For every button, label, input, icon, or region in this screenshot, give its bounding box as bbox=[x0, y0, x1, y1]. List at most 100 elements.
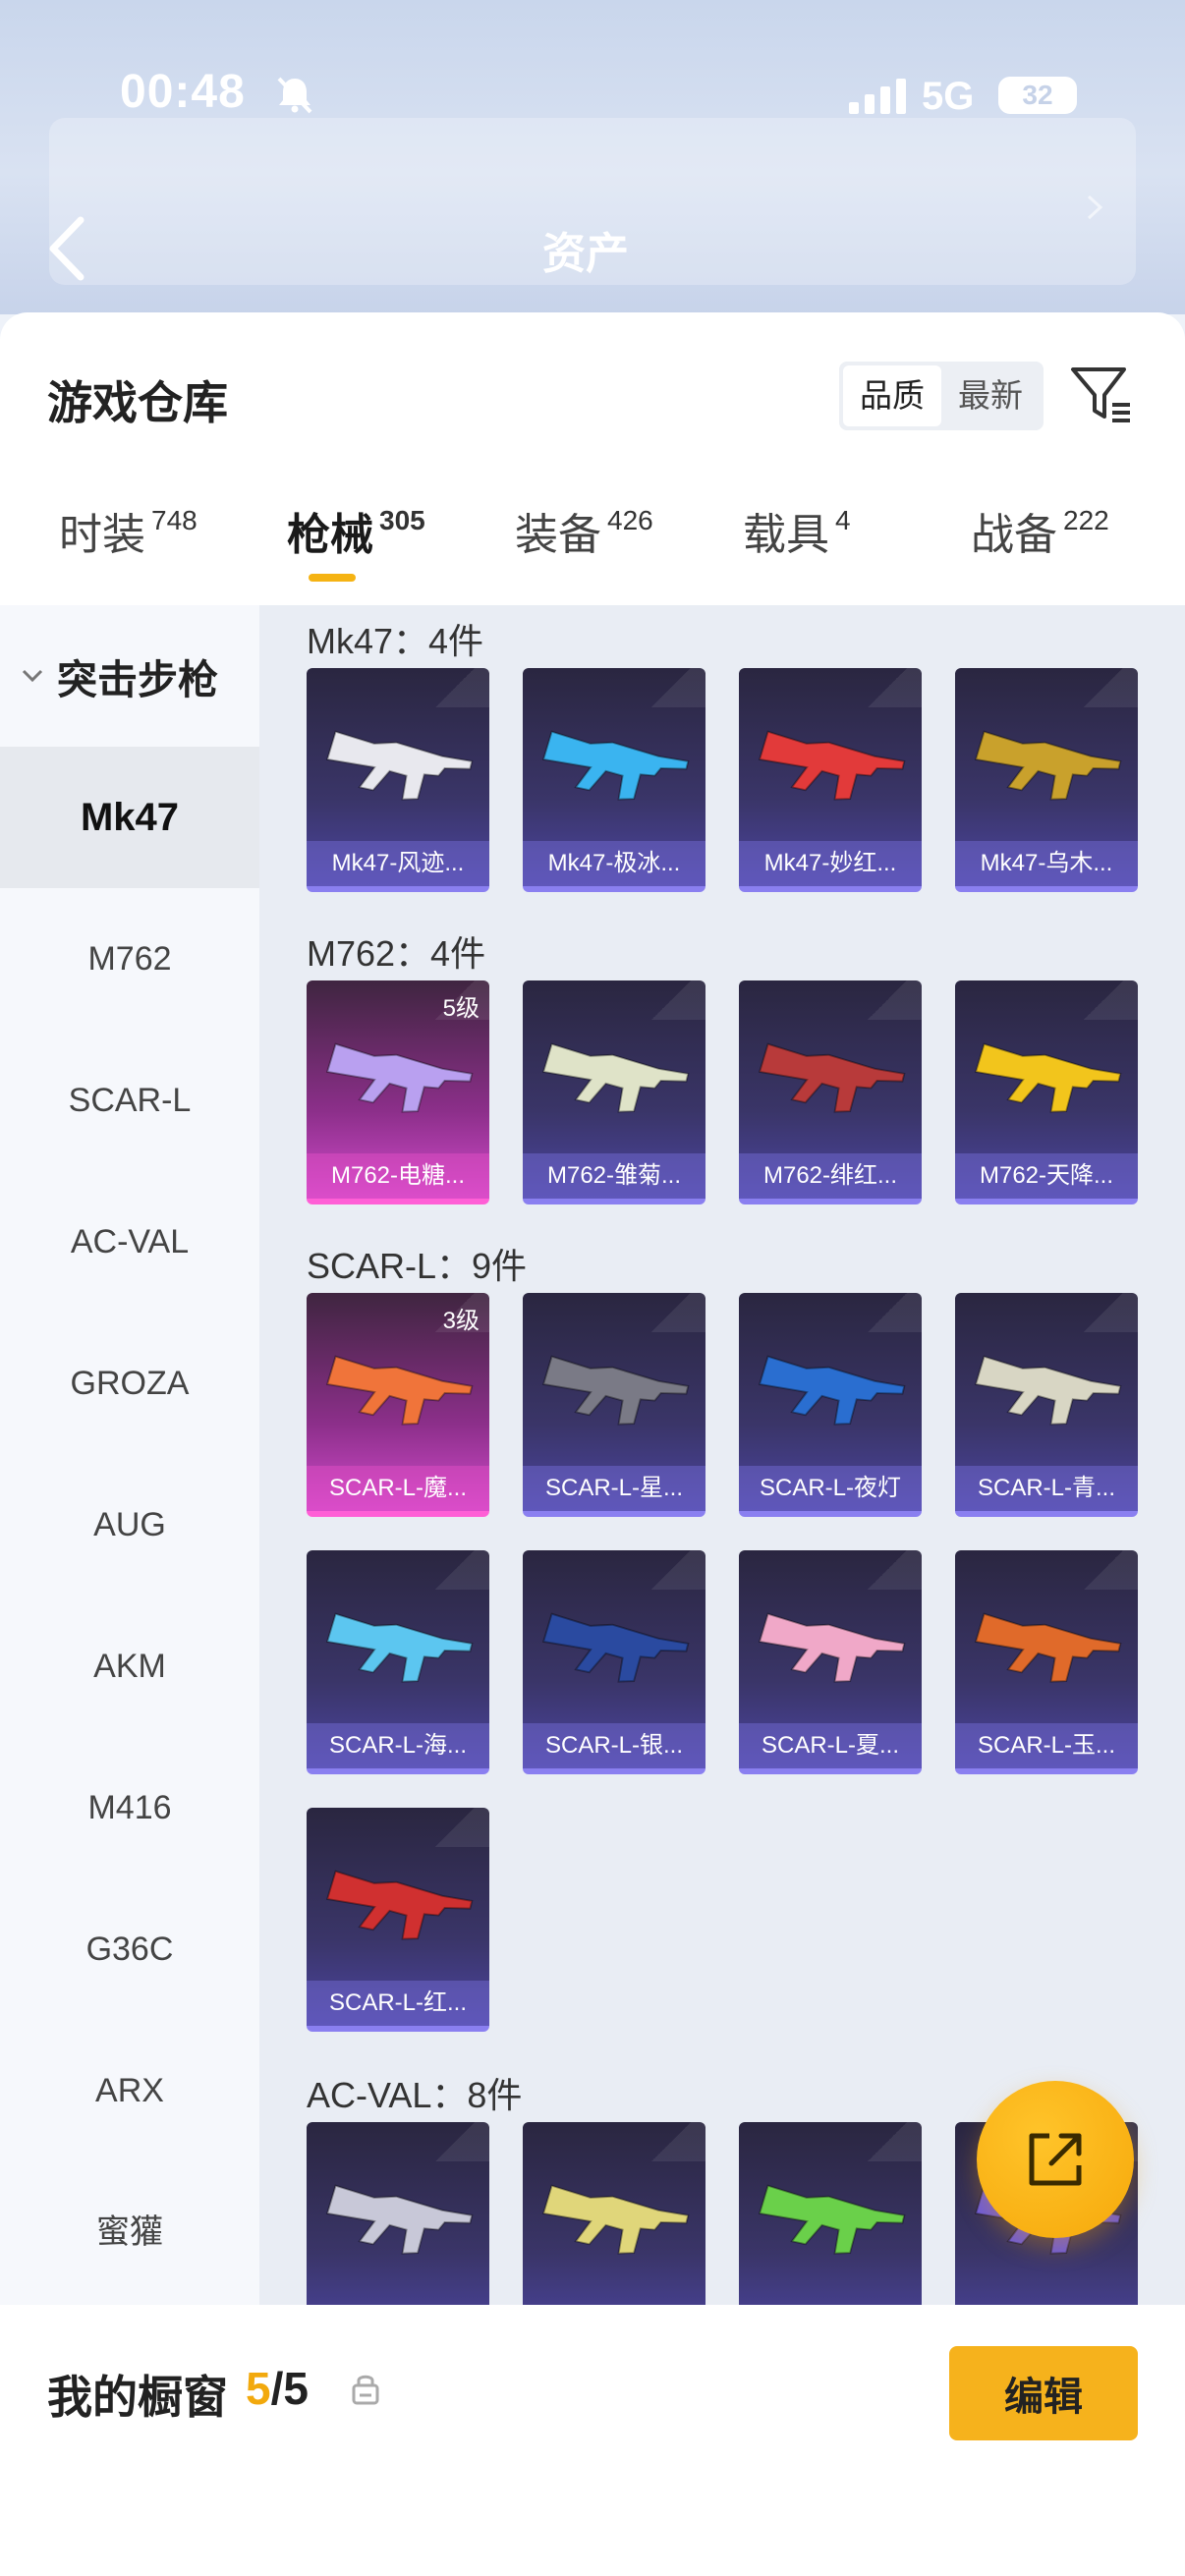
rifle-icon bbox=[325, 2184, 474, 2255]
rifle-icon bbox=[541, 1042, 690, 1113]
weapon-card[interactable]: 5级 M762-电糖... bbox=[307, 980, 489, 1204]
weapon-card[interactable]: SCAR-L-红... bbox=[307, 1808, 489, 2032]
share-button[interactable] bbox=[977, 2081, 1134, 2238]
weapon-card[interactable]: M762-绯红... bbox=[739, 980, 922, 1204]
tab-vehicles[interactable]: 载具 4 bbox=[743, 499, 851, 562]
weapon-name: SCAR-L-玉... bbox=[955, 1723, 1138, 1768]
weapon-name: M762-绯红... bbox=[739, 1153, 922, 1199]
section-title-mk47: Mk47：4件 bbox=[307, 621, 484, 661]
rifle-icon bbox=[541, 1355, 690, 1426]
weapon-card[interactable]: Mk47-乌木... bbox=[955, 668, 1138, 892]
weapon-grid: Mk47：4件 M762：4件 SCAR-L：9件 AC-VAL：8件 Mk47… bbox=[259, 605, 1185, 2305]
status-time: 00:48 bbox=[120, 66, 246, 118]
weapon-card[interactable]: M762-雏菊... bbox=[523, 980, 705, 1204]
battery-indicator: 32 bbox=[998, 77, 1077, 114]
sidebar-item-aug[interactable]: AUG bbox=[0, 1454, 259, 1596]
weapon-card[interactable]: Mk47-妙红... bbox=[739, 668, 922, 892]
weapon-card[interactable]: SCAR-L-海... bbox=[307, 1550, 489, 1774]
weapon-name: SCAR-L-红... bbox=[307, 1981, 489, 2026]
warehouse-sheet: 游戏仓库 品质 最新 时装 748 枪械 305 装备 426 载具 4 战备 222 bbox=[0, 312, 1185, 2576]
sidebar-item-akm[interactable]: AKM bbox=[0, 1596, 259, 1737]
sort-newest[interactable]: 最新 bbox=[941, 365, 1040, 426]
weapon-card[interactable]: SCAR-L-星... bbox=[523, 1293, 705, 1517]
sidebar-item-m762[interactable]: M762 bbox=[0, 888, 259, 1030]
rifle-icon bbox=[541, 2184, 690, 2255]
chevron-right-icon bbox=[1087, 195, 1103, 220]
sidebar-item-mk47[interactable]: Mk47 bbox=[0, 747, 259, 888]
bell-muted-icon bbox=[277, 77, 312, 114]
rifle-icon bbox=[541, 1612, 690, 1683]
sidebar-item-scar-l[interactable]: SCAR-L bbox=[0, 1030, 259, 1171]
warehouse-title: 游戏仓库 bbox=[47, 377, 228, 428]
showcase-label: 我的橱窗 bbox=[47, 2372, 228, 2423]
weapon-card[interactable] bbox=[307, 2122, 489, 2305]
weapon-name: SCAR-L-星... bbox=[523, 1466, 705, 1511]
tab-vehicles-label: 载具 bbox=[743, 511, 829, 559]
weapon-card[interactable]: SCAR-L-夜灯 bbox=[739, 1293, 922, 1517]
tab-fashion-count: 748 bbox=[151, 505, 198, 535]
weapon-card[interactable]: M762-天降... bbox=[955, 980, 1138, 1204]
weapon-card[interactable] bbox=[523, 2122, 705, 2305]
weapon-name: SCAR-L-银... bbox=[523, 1723, 705, 1768]
weapon-name: Mk47-风迹... bbox=[307, 841, 489, 886]
tab-vehicles-count: 4 bbox=[835, 505, 851, 535]
rifle-icon bbox=[974, 1042, 1122, 1113]
tab-supplies-count: 222 bbox=[1063, 505, 1109, 535]
tab-equipment-label: 装备 bbox=[515, 511, 601, 559]
showcase-count: 5/5 bbox=[246, 2362, 309, 2415]
rifle-icon bbox=[974, 1355, 1122, 1426]
page-title: 资产 bbox=[542, 230, 629, 278]
rifle-icon bbox=[758, 1355, 906, 1426]
weapon-name: M762-雏菊... bbox=[523, 1153, 705, 1199]
rifle-icon bbox=[325, 1612, 474, 1683]
tab-equipment[interactable]: 装备 426 bbox=[515, 499, 653, 562]
weapon-type-sidebar: 突击步枪 Mk47 M762 SCAR-L AC-VAL GROZA AUG A… bbox=[0, 605, 259, 2305]
weapon-card[interactable] bbox=[739, 2122, 922, 2305]
tab-fashion[interactable]: 时装 748 bbox=[59, 499, 198, 562]
back-arrow-icon[interactable] bbox=[45, 214, 88, 283]
weapon-card[interactable]: SCAR-L-夏... bbox=[739, 1550, 922, 1774]
filter-icon[interactable] bbox=[1069, 362, 1134, 426]
rifle-icon bbox=[325, 1355, 474, 1426]
rifle-icon bbox=[974, 730, 1122, 801]
chevron-down-icon bbox=[22, 669, 43, 683]
sidebar-group-assault-rifle[interactable]: 突击步枪 bbox=[0, 625, 259, 727]
weapon-card[interactable]: Mk47-极冰... bbox=[523, 668, 705, 892]
sort-segmented-control: 品质 最新 bbox=[839, 362, 1044, 430]
weapon-card[interactable]: 3级 SCAR-L-魔... bbox=[307, 1293, 489, 1517]
weapon-card[interactable]: SCAR-L-青... bbox=[955, 1293, 1138, 1517]
tab-supplies[interactable]: 战备 222 bbox=[971, 499, 1109, 562]
rifle-icon bbox=[541, 730, 690, 801]
sidebar-item-honey-badger[interactable]: 蜜獾 bbox=[0, 2161, 259, 2303]
weapon-name: Mk47-极冰... bbox=[523, 841, 705, 886]
sidebar-item-groza[interactable]: GROZA bbox=[0, 1313, 259, 1454]
rifle-icon bbox=[758, 730, 906, 801]
sidebar-item-ac-val[interactable]: AC-VAL bbox=[0, 1171, 259, 1313]
section-title-scar-l: SCAR-L：9件 bbox=[307, 1246, 528, 1286]
weapon-card[interactable]: Mk47-风迹... bbox=[307, 668, 489, 892]
tab-fashion-label: 时装 bbox=[59, 511, 145, 559]
weapon-name: SCAR-L-海... bbox=[307, 1723, 489, 1768]
weapon-card[interactable]: SCAR-L-玉... bbox=[955, 1550, 1138, 1774]
tab-firearms-label: 枪械 bbox=[287, 511, 373, 559]
sort-quality[interactable]: 品质 bbox=[843, 365, 941, 426]
weapon-card[interactable]: SCAR-L-银... bbox=[523, 1550, 705, 1774]
sidebar-item-m416[interactable]: M416 bbox=[0, 1737, 259, 1878]
weapon-name: SCAR-L-夜灯 bbox=[739, 1466, 922, 1511]
weapon-name: Mk47-乌木... bbox=[955, 841, 1138, 886]
sidebar-item-arx[interactable]: ARX bbox=[0, 2020, 259, 2161]
rifle-icon bbox=[758, 1612, 906, 1683]
weapon-name: Mk47-妙红... bbox=[739, 841, 922, 886]
category-tabs: 时装 748 枪械 305 装备 426 载具 4 战备 222 bbox=[0, 499, 1185, 607]
active-tab-indicator bbox=[309, 574, 356, 582]
sidebar-item-g36c[interactable]: G36C bbox=[0, 1878, 259, 2020]
showcase-total: /5 bbox=[270, 2363, 309, 2414]
tab-firearms[interactable]: 枪械 305 bbox=[287, 499, 425, 582]
tab-supplies-label: 战备 bbox=[971, 511, 1057, 559]
rifle-icon bbox=[325, 1042, 474, 1113]
edit-button[interactable]: 编辑 bbox=[949, 2346, 1138, 2440]
weapon-name: M762-天降... bbox=[955, 1153, 1138, 1199]
weapon-level-badge: 3级 bbox=[442, 1308, 480, 1334]
network-label: 5G bbox=[922, 75, 975, 118]
rifle-icon bbox=[758, 2184, 906, 2255]
